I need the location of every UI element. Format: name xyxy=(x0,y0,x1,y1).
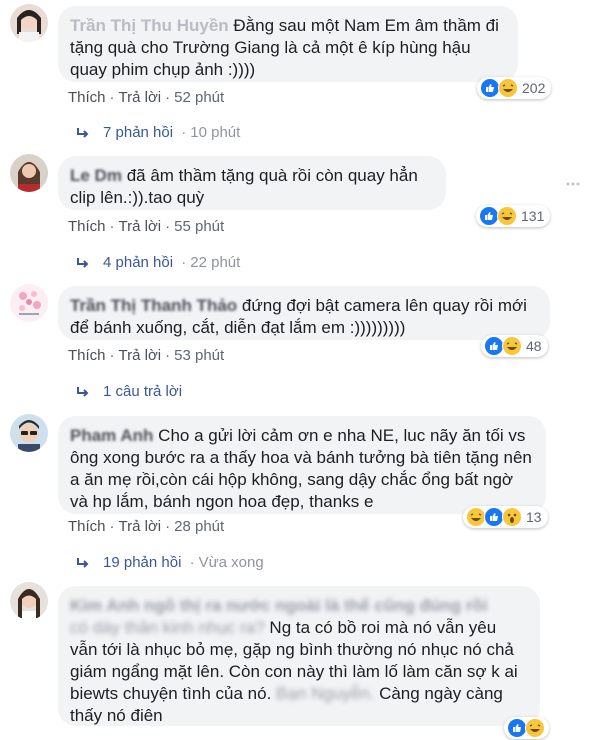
like-reaction-icon xyxy=(507,718,527,738)
commenter-name[interactable]: Trần Thị Thu Huyền xyxy=(70,16,229,35)
avatar[interactable] xyxy=(10,582,48,620)
reply-arrow-icon xyxy=(77,386,89,397)
like-reaction-icon xyxy=(479,206,499,226)
comment-actions: Thích · Trả lời · 55 phút xyxy=(68,218,224,235)
reply-link[interactable]: Trả lời xyxy=(119,518,162,535)
view-replies-link[interactable]: 1 câu trả lời xyxy=(76,383,182,400)
separator: · xyxy=(109,518,115,535)
reply-link[interactable]: Trả lời xyxy=(119,347,162,364)
comment-time[interactable]: 52 phút xyxy=(174,89,224,106)
reply-link[interactable]: Trả lời xyxy=(119,218,162,235)
comment-bubble: Trần Thị Thu Huyền Đằng sau một Nam Em â… xyxy=(58,6,518,82)
view-replies-link[interactable]: 19 phản hồi · Vừa xong xyxy=(76,554,264,571)
separator: · xyxy=(165,347,171,364)
replies-count[interactable]: 7 phản hồi xyxy=(103,124,173,141)
separator: · xyxy=(165,218,171,235)
comment-text-blurred: có dày thân kinh nhục ra? xyxy=(70,618,265,637)
comment-bubble: Kim Anh ngô thị ra nước ngoài là thế cũn… xyxy=(58,586,540,726)
avatar[interactable] xyxy=(10,414,48,452)
wow-reaction-icon xyxy=(502,507,522,527)
reaction-summary[interactable]: 202 xyxy=(477,77,552,99)
comment-time[interactable]: 28 phút xyxy=(174,518,224,535)
separator: · xyxy=(109,347,115,364)
haha-reaction-icon xyxy=(498,78,518,98)
separator: · xyxy=(109,218,115,235)
comment-text: đã âm thầm tặng quà rồi còn quay hẳn cli… xyxy=(70,166,418,207)
reaction-summary[interactable]: 48 xyxy=(481,335,548,357)
reaction-count: 131 xyxy=(521,208,545,224)
replies-count[interactable]: 19 phản hồi xyxy=(103,554,181,571)
haha-reaction-icon xyxy=(497,206,517,226)
separator: · xyxy=(177,254,187,271)
like-reaction-icon xyxy=(480,78,500,98)
view-replies-link[interactable]: 4 phản hồi · 22 phút xyxy=(76,254,240,271)
replies-time: 10 phút xyxy=(190,124,241,141)
reaction-summary[interactable]: 13 xyxy=(463,506,548,528)
like-link[interactable]: Thích xyxy=(68,347,106,364)
like-reaction-icon xyxy=(484,336,504,356)
reaction-count: 202 xyxy=(522,80,546,96)
like-reaction-icon xyxy=(484,507,504,527)
more-options-icon[interactable] xyxy=(566,182,580,186)
reaction-summary[interactable] xyxy=(504,717,549,739)
comment-actions: Thích · Trả lời · 52 phút xyxy=(68,89,224,106)
reaction-count: 48 xyxy=(526,338,542,354)
comment-actions: Thích · Trả lời · 53 phút xyxy=(68,347,224,364)
like-link[interactable]: Thích xyxy=(68,518,106,535)
reaction-summary[interactable]: 131 xyxy=(476,205,551,227)
comment-text-blurred: Bạn Nguyễn. xyxy=(276,684,375,703)
comment-time[interactable]: 55 phút xyxy=(174,218,224,235)
reply-arrow-icon xyxy=(77,557,89,568)
comment-bubble: Pham Anh Cho a gửi lời cảm ơn e nha NE, … xyxy=(58,416,546,514)
haha-reaction-icon xyxy=(502,336,522,356)
haha-reaction-icon xyxy=(525,718,545,738)
commenter-name[interactable]: Kim Anh ngô thị ra nước ngoài là thế cũn… xyxy=(70,596,488,615)
reply-link[interactable]: Trả lời xyxy=(119,89,162,106)
commenter-name[interactable]: Trần Thị Thanh Thảo xyxy=(70,296,237,315)
like-link[interactable]: Thích xyxy=(68,89,106,106)
comment-bubble: Le Dm đã âm thầm tặng quà rồi còn quay h… xyxy=(58,156,446,210)
comment-actions: Thích · Trả lời · 28 phút xyxy=(68,518,224,535)
reaction-count: 13 xyxy=(526,509,542,525)
replies-time: Vừa xong xyxy=(198,554,264,571)
replies-count[interactable]: 1 câu trả lời xyxy=(103,383,182,400)
like-link[interactable]: Thích xyxy=(68,218,106,235)
separator: · xyxy=(165,89,171,106)
comment-time[interactable]: 53 phút xyxy=(174,347,224,364)
separator: · xyxy=(165,518,171,535)
view-replies-link[interactable]: 7 phản hồi · 10 phút xyxy=(76,124,240,141)
replies-count[interactable]: 4 phản hồi xyxy=(103,254,173,271)
avatar[interactable] xyxy=(10,154,48,192)
avatar[interactable] xyxy=(10,4,48,42)
reply-arrow-icon xyxy=(77,257,89,268)
avatar[interactable] xyxy=(10,284,48,322)
reply-arrow-icon xyxy=(77,127,89,138)
separator: · xyxy=(185,554,195,571)
separator: · xyxy=(177,124,187,141)
comment-bubble: Trần Thị Thanh Thảo đứng đợi bật camera … xyxy=(58,286,550,340)
haha-reaction-icon xyxy=(466,507,486,527)
separator: · xyxy=(109,89,115,106)
replies-time: 22 phút xyxy=(190,254,241,271)
commenter-name[interactable]: Pham Anh xyxy=(70,426,153,445)
commenter-name[interactable]: Le Dm xyxy=(70,166,122,185)
